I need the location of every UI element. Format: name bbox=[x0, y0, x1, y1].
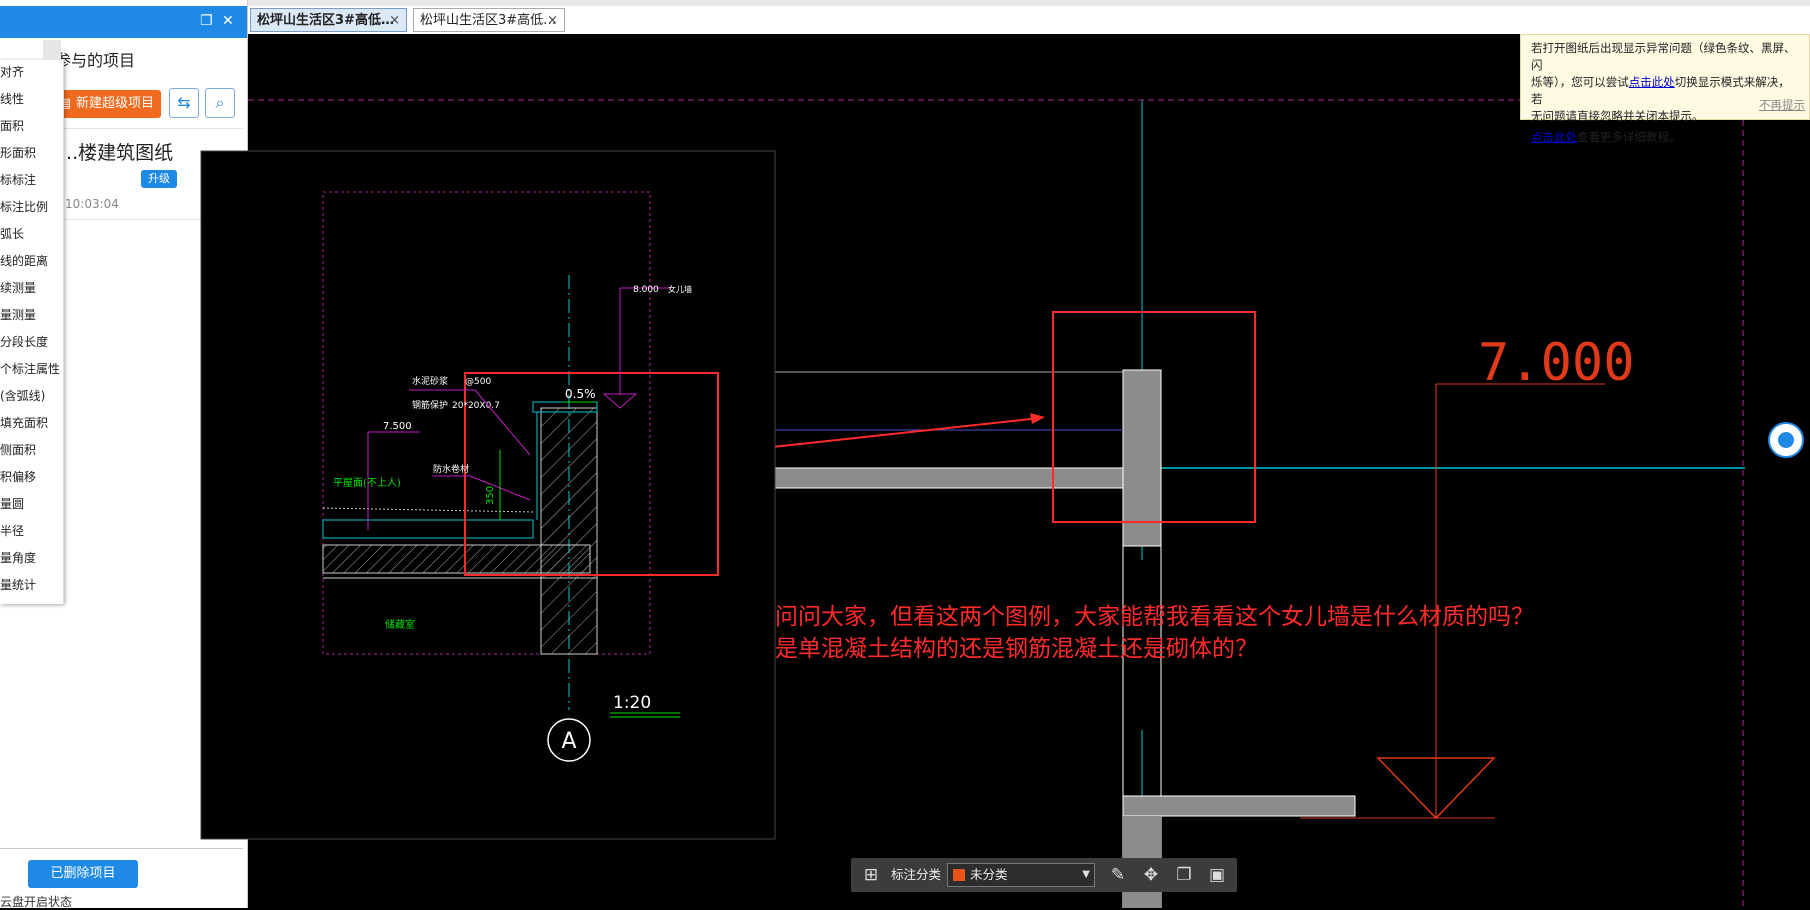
lower-slab bbox=[1122, 795, 1356, 817]
parapet-wall bbox=[1122, 369, 1162, 547]
notice-text: 查看更多详细教程。 bbox=[1577, 130, 1681, 144]
arrow-line bbox=[734, 417, 1041, 452]
roof-slab bbox=[774, 467, 1124, 489]
category-color-swatch bbox=[953, 869, 965, 881]
category-label: 标注分类 bbox=[891, 867, 942, 882]
inset-roof-label: 平屋面(不上人) bbox=[333, 477, 401, 489]
display-notice: 若打开图纸后出现显示异常问题（绿色条纹、黑屏、闪 烁等），您可以尝试点击此处切换… bbox=[1520, 34, 1810, 144]
move-icon[interactable]: ✥ bbox=[1137, 858, 1165, 892]
notice-line-4: 点击此处查看更多详细教程。 bbox=[1531, 129, 1801, 146]
notice-line-1: 若打开图纸后出现显示异常问题（绿色条纹、黑屏、闪 bbox=[1531, 41, 1796, 72]
inset-elev-mid: 7.500 bbox=[383, 421, 412, 432]
category-select[interactable]: 未分类 ▼ bbox=[947, 863, 1095, 887]
category-selected: 未分类 bbox=[970, 867, 1008, 882]
inset-dim: 350 bbox=[485, 486, 496, 505]
edit-icon[interactable]: ✎ bbox=[1104, 858, 1132, 892]
arrow-head bbox=[1030, 413, 1045, 424]
inset-slope: 0.5% bbox=[565, 387, 596, 401]
notice-text: 烁等），您可以尝试 bbox=[1531, 75, 1629, 89]
annotation-toolbar: ⊞ 标注分类 未分类 ▼ ✎ ✥ ❐ ▣ bbox=[851, 858, 1237, 892]
grid-icon[interactable]: ⊞ bbox=[857, 858, 885, 892]
inset-wall bbox=[540, 407, 598, 655]
inset-slab bbox=[322, 544, 591, 574]
inset-note-2-val: 20*20X0.7 bbox=[452, 401, 500, 411]
inset-note-1: 水泥砂浆 bbox=[412, 375, 448, 387]
assistant-button[interactable] bbox=[1768, 422, 1804, 458]
notice-link-tutorial[interactable]: 点击此处 bbox=[1531, 130, 1577, 144]
inset-elev-top: 8.000 bbox=[633, 285, 659, 295]
inset-note-1-val: @500 bbox=[465, 377, 491, 387]
notice-link-switch[interactable]: 点击此处 bbox=[1629, 75, 1675, 89]
inset-note-2: 钢筋保护 bbox=[412, 399, 448, 411]
question-line-2: 是单混凝土结构的还是钢筋混凝土还是砌体的？ bbox=[775, 636, 1258, 662]
inset-scale: 1:20 bbox=[613, 693, 651, 713]
paste-icon[interactable]: ▣ bbox=[1203, 858, 1231, 892]
inset-elev-note: 女儿墙 bbox=[668, 284, 692, 294]
question-line-1: 问问大家，但看这两个图例，大家能帮我看看这个女儿墙是什么材质的吗？ bbox=[775, 604, 1534, 630]
axis-bubble-label: A bbox=[561, 729, 576, 754]
notice-dismiss-link[interactable]: 不再提示 bbox=[1759, 97, 1805, 114]
inset-room-label: 储藏室 bbox=[385, 618, 415, 631]
inset-anchor-label: 防水卷材 bbox=[433, 463, 469, 475]
main-elevation-label: 7.000 bbox=[1478, 333, 1635, 393]
chevron-down-icon: ▼ bbox=[1082, 869, 1090, 880]
assistant-icon bbox=[1778, 432, 1794, 448]
copy-icon[interactable]: ❐ bbox=[1170, 858, 1198, 892]
